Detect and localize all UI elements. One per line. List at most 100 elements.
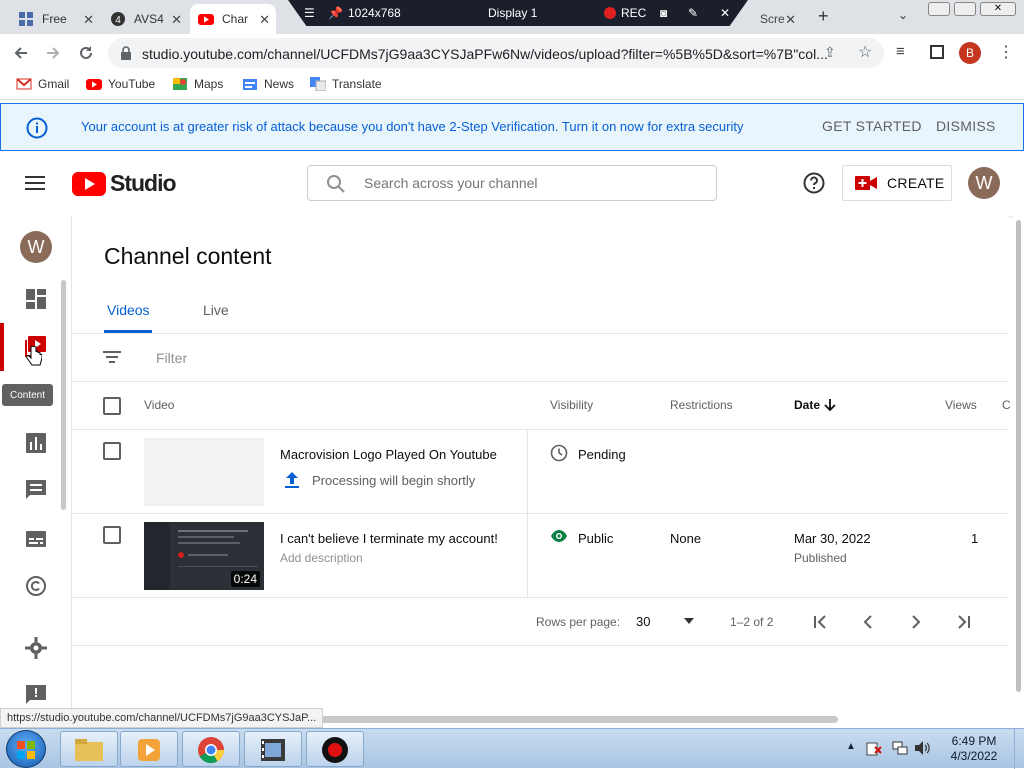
action-center-icon[interactable] — [866, 740, 882, 756]
taskbar-chrome[interactable] — [182, 731, 240, 767]
views-value: 1 — [971, 531, 979, 546]
feedback-icon[interactable] — [25, 684, 47, 706]
row-checkbox[interactable] — [103, 442, 121, 460]
column-header-date[interactable]: Date — [794, 398, 820, 412]
lock-icon — [121, 46, 131, 60]
close-icon[interactable]: ✕ — [259, 12, 270, 28]
first-page-icon[interactable] — [812, 614, 828, 630]
pin-icon[interactable]: 📌 — [328, 6, 343, 20]
row-checkbox[interactable] — [103, 526, 121, 544]
analytics-icon[interactable] — [25, 432, 47, 454]
show-desktop-button[interactable] — [1014, 729, 1024, 769]
video-thumbnail-placeholder[interactable] — [144, 438, 264, 506]
hamburger-menu-icon[interactable] — [25, 174, 45, 192]
help-icon[interactable] — [803, 172, 825, 194]
column-header-restrictions: Restrictions — [670, 398, 733, 412]
close-icon[interactable]: ✕ — [171, 12, 182, 28]
forward-icon[interactable] — [44, 44, 62, 62]
comments-icon[interactable] — [25, 479, 47, 501]
record-icon — [322, 737, 348, 763]
close-icon[interactable]: ✕ — [83, 12, 94, 28]
camera-icon[interactable]: ◙ — [660, 6, 667, 20]
start-button[interactable] — [6, 730, 46, 768]
divider — [72, 645, 1008, 646]
account-avatar[interactable]: W — [968, 167, 1000, 199]
bookmark-gmail[interactable]: Gmail — [16, 77, 69, 91]
column-header-views: Views — [945, 398, 977, 412]
scrollbar-thumb[interactable] — [1016, 220, 1021, 692]
profile-avatar[interactable]: B — [959, 42, 981, 64]
last-page-icon[interactable] — [956, 614, 972, 630]
filter-input[interactable]: Filter — [156, 350, 187, 366]
menu-icon[interactable]: ☰ — [304, 6, 315, 20]
browser-tab-1[interactable]: Free ✕ — [10, 4, 100, 34]
next-page-icon[interactable] — [908, 614, 924, 630]
subtitles-icon[interactable] — [25, 528, 47, 550]
content-tooltip: Content — [2, 384, 53, 406]
volume-icon[interactable] — [914, 740, 930, 756]
share-icon[interactable]: ⇪ — [824, 44, 836, 61]
dismiss-button[interactable]: DISMISS — [936, 118, 996, 134]
previous-page-icon[interactable] — [860, 614, 876, 630]
scrollbar-thumb[interactable] — [240, 716, 838, 723]
thumbnail-line — [178, 566, 258, 567]
tab-videos[interactable]: Videos — [107, 302, 150, 318]
taskbar-media-player[interactable] — [120, 731, 178, 767]
pen-icon[interactable]: ✎ — [688, 6, 698, 20]
sort-arrow-down-icon[interactable] — [824, 398, 836, 412]
bookmark-translate[interactable]: Translate — [310, 77, 382, 91]
browser-tab-3-active[interactable]: Char ✕ — [190, 4, 276, 34]
recorder-display: Display 1 — [488, 6, 538, 20]
browser-tab-2[interactable]: 4 AVS4 ✕ — [102, 4, 188, 34]
bookmark-news[interactable]: News — [242, 77, 294, 91]
video-title[interactable]: I can't believe I terminate my account! — [280, 531, 498, 546]
bookmark-label: News — [264, 77, 295, 91]
maximize-button[interactable] — [954, 2, 976, 16]
taskbar-explorer[interactable] — [60, 731, 118, 767]
visibility-value[interactable]: Public — [578, 531, 613, 546]
close-icon[interactable]: ✕ — [720, 6, 730, 20]
side-panel-icon[interactable] — [930, 45, 944, 59]
tray-expand-icon[interactable]: ▲ — [846, 741, 856, 752]
browser-tab-4[interactable]: Scre ✕ — [740, 4, 800, 34]
video-description[interactable]: Add description — [280, 551, 363, 565]
minimize-button[interactable] — [928, 2, 950, 16]
security-banner: Your account is at greater risk of attac… — [0, 103, 1024, 151]
system-clock[interactable]: 6:49 PM 4/3/2022 — [938, 734, 1010, 764]
get-started-button[interactable]: GET STARTED — [822, 118, 922, 134]
search-input[interactable] — [364, 175, 664, 191]
bookmark-star-icon[interactable]: ☆ — [858, 42, 872, 62]
video-title[interactable]: Macrovision Logo Played On Youtube — [280, 447, 497, 462]
reload-icon[interactable] — [77, 44, 95, 62]
network-icon[interactable] — [892, 740, 908, 756]
recorder-rec[interactable]: REC — [621, 6, 646, 20]
create-button[interactable]: CREATE — [842, 165, 952, 201]
filter-icon[interactable] — [103, 350, 121, 364]
new-tab-icon[interactable]: + — [818, 6, 829, 27]
studio-logo[interactable]: Studio — [72, 170, 177, 197]
video-thumbnail[interactable]: 0:24 — [144, 522, 264, 590]
taskbar-video-editor[interactable] — [244, 731, 302, 767]
tab-live[interactable]: Live — [203, 302, 229, 318]
settings-gear-icon[interactable] — [25, 637, 47, 659]
address-bar[interactable]: studio.youtube.com/channel/UCFDMs7jG9aa3… — [108, 38, 884, 68]
search-box[interactable] — [307, 165, 717, 201]
sidebar-scrollbar[interactable] — [61, 280, 66, 510]
visibility-value[interactable]: Pending — [578, 447, 626, 462]
bookmark-youtube[interactable]: YouTube — [86, 77, 155, 91]
page-scrollbar[interactable] — [1014, 216, 1024, 728]
close-icon[interactable]: ✕ — [785, 12, 796, 28]
media-control-icon[interactable]: ≡ — [896, 43, 905, 60]
link-status-url: https://studio.youtube.com/channel/UCFDM… — [0, 708, 324, 728]
more-menu-icon[interactable]: ⋮ — [998, 42, 1014, 62]
back-icon[interactable] — [12, 44, 30, 62]
chevron-down-icon[interactable]: ⌄ — [898, 8, 908, 22]
taskbar-recorder[interactable] — [306, 731, 364, 767]
copyright-icon[interactable] — [25, 575, 47, 597]
window-close-button[interactable]: ✕ — [980, 2, 1016, 16]
rows-per-page-select[interactable]: 30 — [634, 610, 698, 632]
bookmark-maps[interactable]: Maps — [172, 77, 223, 91]
channel-avatar[interactable]: W — [20, 231, 52, 263]
dashboard-icon[interactable] — [25, 288, 47, 310]
select-all-checkbox[interactable] — [103, 397, 121, 415]
